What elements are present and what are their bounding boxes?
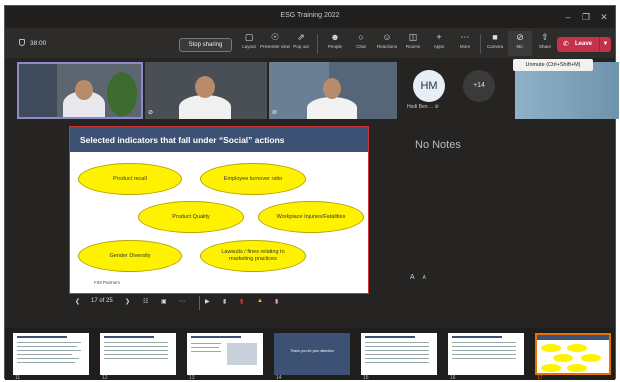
slide-item: Employee turnover ratio	[200, 163, 306, 195]
slide-number: 15	[363, 375, 369, 381]
share-icon: ⇧	[541, 32, 549, 42]
title-bar: ESG Training 2022 – ❐ ✕	[5, 6, 615, 28]
mic-off-icon: ⊘	[516, 32, 524, 42]
notes-font-controls: A A	[410, 274, 426, 281]
rooms-icon: ◫	[408, 32, 418, 42]
chevron-down-icon[interactable]: ▼	[599, 37, 611, 52]
pen-icon[interactable]: ▮	[223, 298, 226, 305]
camera-icon: ■	[492, 32, 498, 42]
shared-slide: Selected indicators that fall under “Soc…	[69, 126, 369, 294]
avatar-name: Hedi Ben ... ⊘	[407, 104, 439, 110]
slide-header: Selected indicators that fall under “Soc…	[70, 127, 368, 152]
apps-icon: +	[436, 32, 442, 42]
shield-icon	[19, 39, 25, 46]
decrease-font-button[interactable]: A	[410, 274, 415, 281]
slide-thumbnail-strip: 11 12 13 Thank you for your attention 14…	[5, 328, 615, 381]
slide-counter: 17 of 25	[91, 298, 113, 304]
participant-video-3[interactable]: ⊘	[269, 62, 397, 119]
presenter-view-icon: ☉	[270, 32, 280, 42]
notes-empty-text: No Notes	[415, 139, 461, 151]
pop-out-button[interactable]: ⇗ Pop out	[289, 31, 313, 56]
highlighter-icon[interactable]: ▲	[257, 298, 263, 304]
mic-tooltip: Unmute (Ctrl+Shift+M)	[513, 59, 593, 71]
chat-icon: ○	[358, 32, 364, 42]
teams-meeting-window: ESG Training 2022 – ❐ ✕ 38:00 Stop shari…	[4, 5, 619, 381]
present-icon[interactable]: ▣	[161, 298, 167, 305]
more-participants-button[interactable]: +14	[463, 70, 495, 102]
slide-number: 11	[15, 375, 21, 381]
slide-item: Workplace Injuries/Fatalities	[258, 201, 364, 233]
slide-number: 13	[189, 375, 195, 381]
next-slide-icon[interactable]: ❯	[125, 298, 130, 305]
marker-icon[interactable]: ▮	[240, 298, 243, 305]
slide-title: Selected indicators that fall under “Soc…	[80, 135, 285, 145]
more-button[interactable]: ⋯ More	[453, 31, 477, 56]
slide-item: Gender Diversity	[78, 240, 182, 272]
grid-view-icon[interactable]: ☷	[143, 298, 148, 305]
slide-thumbnail[interactable]	[13, 333, 89, 375]
pop-out-icon: ⇗	[297, 32, 305, 42]
slide-item: Product recall	[78, 163, 182, 195]
previous-slide-icon[interactable]: ❮	[75, 298, 80, 305]
avatar[interactable]: HM	[413, 70, 445, 102]
meeting-timer: 38:00	[19, 39, 46, 47]
slide-number: 17	[537, 375, 543, 381]
slide-thumbnail[interactable]	[448, 333, 524, 375]
slide-item: Lawsuits / fines relating to marketing p…	[200, 240, 306, 272]
share-button[interactable]: ⇧ Share	[533, 31, 557, 56]
increase-font-button[interactable]: A	[423, 275, 426, 281]
participant-video-2[interactable]: ⊘	[145, 62, 267, 119]
slide-thumbnail[interactable]: Thank you for your attention	[274, 333, 350, 375]
layout-icon: ▢	[244, 32, 254, 42]
more-icon: ⋯	[460, 32, 470, 42]
mic-muted-icon: ⊘	[434, 104, 439, 110]
close-icon[interactable]: ✕	[597, 10, 611, 24]
leave-button[interactable]: ✆ Leave ▼	[557, 37, 611, 52]
slide-number: 12	[102, 375, 108, 381]
reactions-icon: ☺	[382, 32, 392, 42]
pointer-icon[interactable]: ▶	[205, 298, 210, 305]
slide-thumbnail[interactable]	[100, 333, 176, 375]
phone-hangup-icon: ✆	[563, 41, 569, 48]
slide-thumbnail[interactable]	[361, 333, 437, 375]
slide-footer: FIM Partners	[94, 280, 121, 285]
stop-sharing-button[interactable]: Stop sharing	[179, 38, 232, 52]
mic-muted-icon: ⊘	[148, 110, 154, 116]
people-icon: ☻	[330, 32, 340, 42]
maximize-icon[interactable]: ❐	[579, 10, 593, 24]
minimize-icon[interactable]: –	[561, 10, 575, 24]
slide-thumbnail-selected[interactable]	[535, 333, 611, 375]
window-title: ESG Training 2022	[280, 12, 340, 19]
meeting-toolbar: 38:00 Stop sharing ▢ Layout ☉ Presenter vi…	[5, 28, 615, 58]
slide-number: 16	[450, 375, 456, 381]
eraser-icon[interactable]: ▮	[275, 298, 278, 305]
more-options-icon[interactable]: ⋯	[179, 298, 185, 305]
mic-muted-icon: ⊘	[272, 110, 278, 116]
slide-item: Product Quality	[138, 201, 244, 233]
participant-video-1[interactable]	[17, 62, 143, 119]
slide-thumbnail[interactable]	[187, 333, 263, 375]
slide-number: 14	[276, 375, 282, 381]
